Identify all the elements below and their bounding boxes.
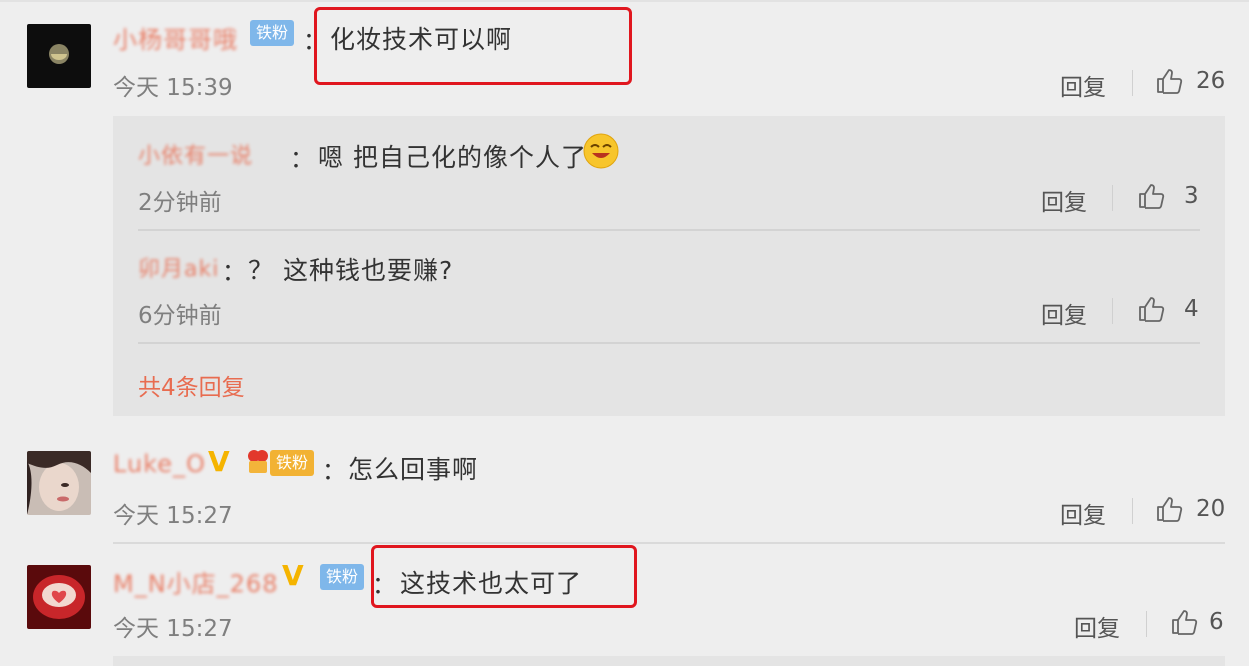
thumbs-up-icon[interactable] bbox=[1170, 608, 1198, 636]
highlight-box bbox=[314, 7, 632, 85]
comment-time: 今天 15:39 bbox=[113, 75, 233, 101]
reply-divider bbox=[138, 342, 1200, 344]
reply-button[interactable]: 回复 bbox=[1041, 183, 1087, 217]
fan-badge: 铁粉 bbox=[270, 450, 315, 476]
avatar[interactable] bbox=[27, 451, 91, 515]
separator bbox=[1112, 185, 1113, 211]
laughing-face-emoji bbox=[582, 132, 620, 170]
colon: ： bbox=[322, 457, 346, 485]
like-count: 26 bbox=[1196, 68, 1226, 94]
thumbs-up-icon[interactable] bbox=[1155, 495, 1183, 523]
reply-button[interactable]: 回复 bbox=[1060, 496, 1106, 530]
reply-button[interactable]: 回复 bbox=[1060, 68, 1106, 102]
avatar[interactable] bbox=[27, 24, 91, 88]
colon: ： bbox=[222, 258, 246, 286]
thumbs-up-icon[interactable] bbox=[1137, 295, 1165, 323]
reply-text: ？ 这种钱也要赚? bbox=[248, 256, 454, 285]
comment-time: 今天 15:27 bbox=[113, 616, 233, 642]
reply-username[interactable]: 小依有一说 bbox=[138, 138, 253, 170]
reply-time: 6分钟前 bbox=[138, 303, 222, 329]
reply-username[interactable]: 卯月aki bbox=[138, 251, 219, 283]
thumbs-up-icon[interactable] bbox=[1155, 67, 1183, 95]
fan-badge: 铁粉 bbox=[320, 564, 365, 590]
reply-time: 2分钟前 bbox=[138, 190, 222, 216]
separator bbox=[1132, 498, 1133, 524]
username[interactable]: Luke_O bbox=[113, 450, 206, 478]
thumbs-up-icon[interactable] bbox=[1137, 182, 1165, 210]
verified-icon: V bbox=[282, 559, 304, 592]
like-count: 3 bbox=[1184, 183, 1199, 209]
separator bbox=[1146, 611, 1147, 637]
separator bbox=[1112, 298, 1113, 324]
comment-text: 怎么回事啊 bbox=[348, 455, 479, 484]
highlight-box bbox=[371, 545, 637, 608]
colon: ： bbox=[290, 145, 314, 173]
like-count: 20 bbox=[1196, 496, 1226, 522]
reply-text: 嗯 把自己化的像个人了 bbox=[318, 143, 587, 172]
reply-button[interactable]: 回复 bbox=[1041, 296, 1087, 330]
more-replies-link[interactable]: 共4条回复 bbox=[138, 368, 245, 402]
username[interactable]: 小杨哥哥哦 bbox=[113, 20, 238, 55]
reply-divider bbox=[138, 229, 1200, 231]
separator bbox=[1132, 70, 1133, 96]
reply-button[interactable]: 回复 bbox=[1074, 609, 1120, 643]
avatar[interactable] bbox=[27, 565, 91, 629]
comment-time: 今天 15:27 bbox=[113, 503, 233, 529]
like-count: 6 bbox=[1209, 609, 1224, 635]
red-envelope-icon bbox=[246, 447, 270, 475]
like-count: 4 bbox=[1184, 296, 1199, 322]
comment-divider bbox=[113, 542, 1225, 544]
top-divider bbox=[0, 0, 1249, 2]
verified-icon: V bbox=[208, 445, 230, 478]
username[interactable]: M_N小店_268 bbox=[113, 564, 278, 599]
fan-badge: 铁粉 bbox=[250, 20, 295, 46]
next-reply-thread bbox=[113, 656, 1225, 666]
